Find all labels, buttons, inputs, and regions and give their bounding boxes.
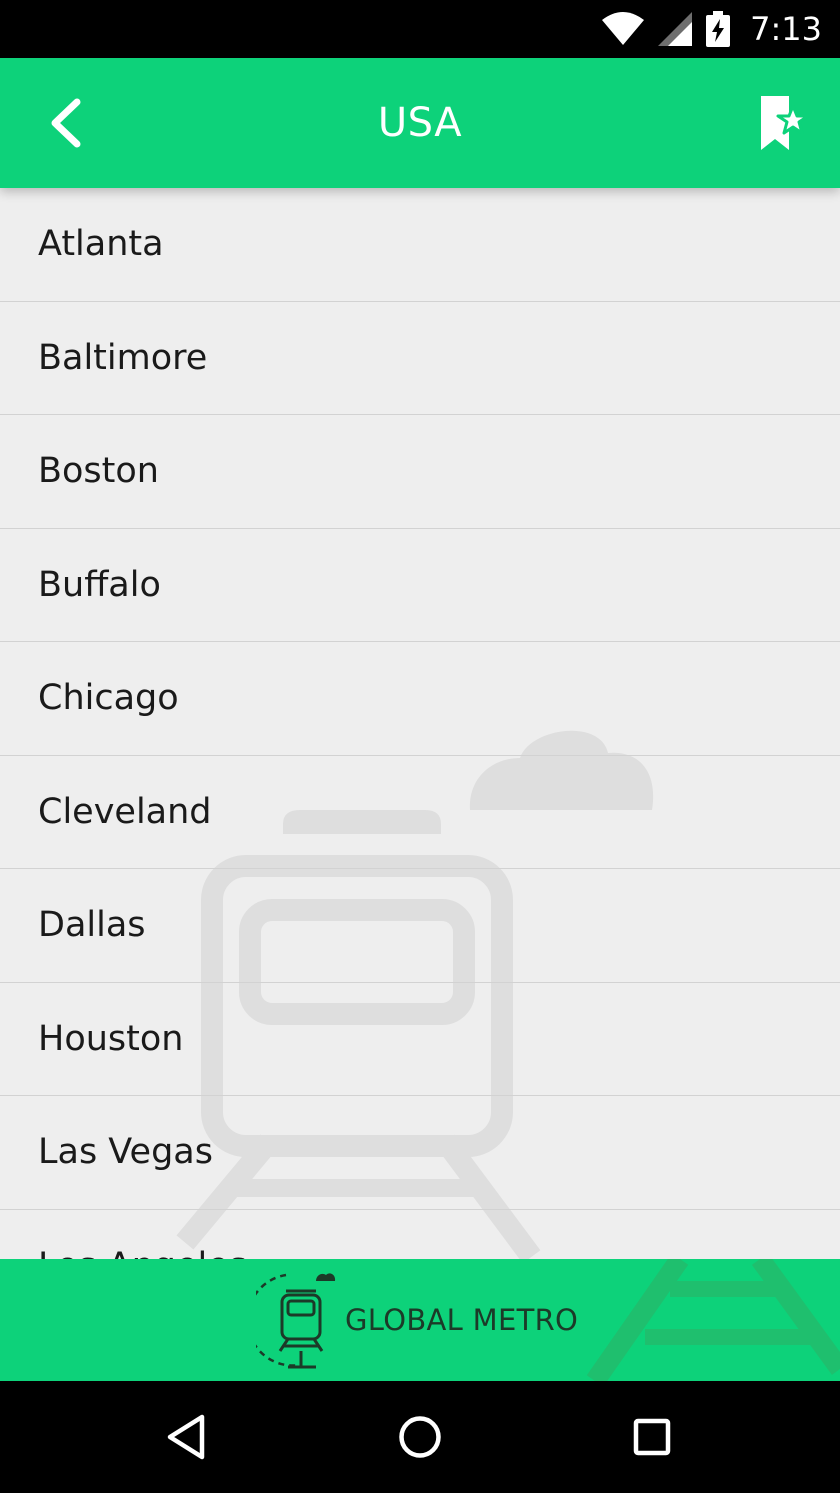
city-name: Buffalo — [38, 564, 161, 605]
list-item[interactable]: Baltimore — [0, 302, 840, 415]
list-item[interactable]: Los Angeles — [0, 1210, 840, 1259]
cell-signal-icon — [658, 12, 693, 46]
status-bar: 7:13 — [0, 0, 840, 58]
status-time: 7:13 — [750, 10, 822, 48]
back-button[interactable] — [30, 88, 100, 158]
brand-name: GLOBAL METRO — [345, 1303, 579, 1337]
list-item[interactable]: Las Vegas — [0, 1096, 840, 1210]
list-item[interactable]: Houston — [0, 983, 840, 1096]
nav-back-button[interactable] — [156, 1407, 216, 1467]
city-name: Baltimore — [38, 337, 208, 378]
city-list-container[interactable]: Atlanta Baltimore Boston Buffalo Chicago… — [0, 188, 840, 1259]
city-name: Atlanta — [38, 224, 164, 265]
back-triangle-icon — [167, 1414, 205, 1460]
list-item[interactable]: Atlanta — [0, 188, 840, 302]
city-list: Atlanta Baltimore Boston Buffalo Chicago… — [0, 188, 840, 1259]
home-circle-icon — [399, 1416, 441, 1458]
list-item[interactable]: Buffalo — [0, 529, 840, 642]
list-item[interactable]: Dallas — [0, 869, 840, 983]
battery-charging-icon — [706, 11, 731, 47]
bottom-banner[interactable]: GLOBAL METRO — [0, 1259, 840, 1381]
recents-square-icon — [633, 1418, 671, 1456]
chevron-left-icon — [51, 98, 81, 148]
city-name: Boston — [38, 451, 159, 492]
list-item[interactable]: Boston — [0, 415, 840, 529]
city-name: Chicago — [38, 678, 179, 719]
city-name: Cleveland — [38, 791, 212, 832]
system-nav-bar — [0, 1381, 840, 1493]
nav-recents-button[interactable] — [622, 1407, 682, 1467]
nav-home-button[interactable] — [390, 1407, 450, 1467]
favorites-button[interactable] — [748, 88, 818, 158]
city-name: Houston — [38, 1018, 184, 1059]
list-item[interactable]: Chicago — [0, 642, 840, 756]
city-name: Los Angeles — [38, 1246, 247, 1259]
city-name: Las Vegas — [38, 1132, 213, 1173]
app-bar: USA — [0, 58, 840, 188]
bookmark-star-icon — [761, 96, 809, 150]
list-item[interactable]: Cleveland — [0, 756, 840, 869]
city-name: Dallas — [38, 905, 146, 946]
metro-train-logo-icon — [256, 1273, 336, 1369]
wifi-icon — [602, 12, 645, 45]
page-title: USA — [377, 100, 463, 146]
